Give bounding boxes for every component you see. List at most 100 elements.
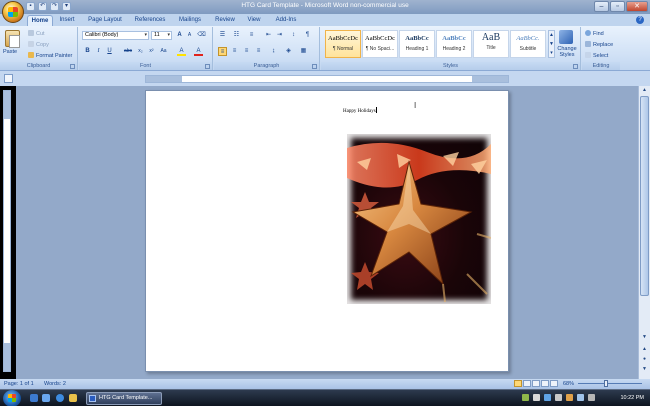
clipboard-launcher-icon[interactable] <box>70 64 75 69</box>
show-desktop-icon[interactable] <box>30 394 38 402</box>
tab-view[interactable]: View <box>244 15 264 26</box>
font-color-button[interactable]: A <box>194 47 203 56</box>
browse-object-icon[interactable]: ● <box>640 356 649 364</box>
paste-button[interactable]: Paste <box>3 49 17 55</box>
help-icon[interactable]: ? <box>636 16 644 24</box>
cut-button[interactable]: Cut <box>28 30 45 37</box>
redo-icon[interactable]: ↷ <box>50 2 59 11</box>
grow-font-button[interactable]: A <box>175 31 184 40</box>
tray-network-icon[interactable] <box>533 394 540 401</box>
customize-qat-icon[interactable]: ▾ <box>62 2 71 11</box>
taskbar-word-button[interactable]: HTG Card Template... <box>86 392 162 405</box>
change-styles-icon[interactable] <box>559 30 573 44</box>
clock[interactable]: 10:22 PM <box>620 390 644 406</box>
increase-indent-icon[interactable]: ⇥ <box>275 31 284 40</box>
full-screen-reading-icon[interactable] <box>523 380 531 387</box>
italic-button[interactable]: I <box>94 47 103 56</box>
shading-icon[interactable]: ◈ <box>284 47 293 56</box>
internet-explorer-icon[interactable] <box>56 394 64 402</box>
align-left-icon[interactable]: ≡ <box>218 47 227 56</box>
tray-power-icon[interactable] <box>566 394 573 401</box>
subscript-button[interactable]: x₂ <box>136 47 145 56</box>
draft-icon[interactable] <box>550 380 558 387</box>
style-subtitle[interactable]: AaBbCc. Subtitle <box>510 30 546 58</box>
print-layout-icon[interactable] <box>514 380 522 387</box>
superscript-button[interactable]: x² <box>147 47 156 56</box>
style-title[interactable]: AaB Title <box>473 30 509 58</box>
font-size-select[interactable]: 11 ▾ <box>151 31 172 40</box>
select-button[interactable]: Select <box>585 52 608 59</box>
paragraph-launcher-icon[interactable] <box>312 64 317 69</box>
scroll-up-icon[interactable]: ▲ <box>640 87 649 95</box>
change-case-button[interactable]: Aa <box>159 47 168 56</box>
styles-gallery-scroll[interactable]: ▲ ▼ ▾ <box>548 30 555 58</box>
next-page-icon[interactable]: ▼ <box>640 366 649 374</box>
line-spacing-icon[interactable]: ↨ <box>269 47 278 56</box>
bold-button[interactable]: B <box>83 47 92 56</box>
style-normal[interactable]: AaBbCcDc ¶ Normal <box>325 30 361 58</box>
outline-icon[interactable] <box>541 380 549 387</box>
tab-add-ins[interactable]: Add-Ins <box>271 15 301 26</box>
previous-page-icon[interactable]: ▲ <box>640 346 649 354</box>
underline-button[interactable]: U <box>105 47 114 56</box>
scrollbar-thumb[interactable] <box>640 96 649 296</box>
maximize-button[interactable]: ▫ <box>610 1 625 12</box>
vertical-ruler[interactable] <box>3 90 11 372</box>
align-right-icon[interactable]: ≡ <box>242 47 251 56</box>
tab-mailings[interactable]: Mailings <box>175 15 205 26</box>
scroll-down-icon[interactable]: ▼ <box>640 334 649 342</box>
align-center-icon[interactable]: ≡ <box>230 47 239 56</box>
close-button[interactable]: ✕ <box>626 1 648 12</box>
minimize-button[interactable]: – <box>594 1 609 12</box>
justify-icon[interactable]: ≡ <box>254 47 263 56</box>
tab-home[interactable]: Home <box>27 15 53 26</box>
save-icon[interactable]: ▪ <box>26 2 35 11</box>
tab-references[interactable]: References <box>132 15 168 26</box>
paste-icon[interactable] <box>5 30 20 48</box>
replace-button[interactable]: Replace <box>585 41 613 48</box>
style-heading-1[interactable]: AaBbCc Heading 1 <box>399 30 435 58</box>
tray-security-icon[interactable] <box>588 394 595 401</box>
tab-review[interactable]: Review <box>213 15 237 26</box>
tray-app-icon[interactable] <box>522 394 529 401</box>
tray-volume-icon[interactable] <box>555 394 562 401</box>
horizontal-ruler[interactable] <box>145 75 509 83</box>
vertical-scrollbar[interactable]: ▲ ▼ ▲ ● ▼ <box>638 86 650 379</box>
tray-display-icon[interactable] <box>577 394 584 401</box>
decrease-indent-icon[interactable]: ⇤ <box>264 31 273 40</box>
page-count[interactable]: Page: 1 of 1 <box>4 379 34 389</box>
tab-selector-icon[interactable] <box>4 74 13 83</box>
folder-icon[interactable] <box>69 394 77 402</box>
format-painter-button[interactable]: Format Painter <box>28 52 72 59</box>
tab-insert[interactable]: Insert <box>56 15 78 26</box>
style-heading-2[interactable]: AaBbCc Heading 2 <box>436 30 472 58</box>
styles-launcher-icon[interactable] <box>573 64 578 69</box>
clear-formatting-icon[interactable]: ⌫ <box>197 31 206 40</box>
numbering-icon[interactable]: ☷ <box>232 31 241 40</box>
tray-bluetooth-icon[interactable] <box>544 394 551 401</box>
borders-icon[interactable]: ▦ <box>299 47 308 56</box>
highlight-button[interactable]: A <box>177 47 186 56</box>
copy-button[interactable]: Copy <box>28 41 49 48</box>
find-button[interactable]: Find <box>585 30 604 37</box>
document-text[interactable]: Happy Holidays <box>343 107 377 114</box>
multilevel-list-icon[interactable]: ≡ <box>247 31 256 40</box>
zoom-slider-knob[interactable] <box>604 380 608 387</box>
strikethrough-button[interactable]: abc <box>122 47 134 56</box>
sort-icon[interactable]: ↕ <box>289 31 298 40</box>
document-page[interactable]: Happy Holidays I <box>145 90 509 372</box>
start-button[interactable] <box>3 390 21 406</box>
change-styles-button[interactable]: Change Styles <box>555 46 579 58</box>
undo-icon[interactable]: ↶ <box>38 2 47 11</box>
zoom-level[interactable]: 68% <box>563 379 574 389</box>
office-button[interactable] <box>2 1 24 23</box>
web-layout-icon[interactable] <box>532 380 540 387</box>
font-family-select[interactable]: Calibri (Body) ▾ <box>82 31 149 40</box>
word-count[interactable]: Words: 2 <box>44 379 66 389</box>
christmas-star-image[interactable] <box>347 134 491 304</box>
switch-windows-icon[interactable] <box>42 394 50 402</box>
tab-page-layout[interactable]: Page Layout <box>86 15 124 26</box>
font-launcher-icon[interactable] <box>205 64 210 69</box>
bullets-icon[interactable]: ☰ <box>218 31 227 40</box>
style-no-spacing[interactable]: AaBbCcDc ¶ No Spaci... <box>362 30 398 58</box>
